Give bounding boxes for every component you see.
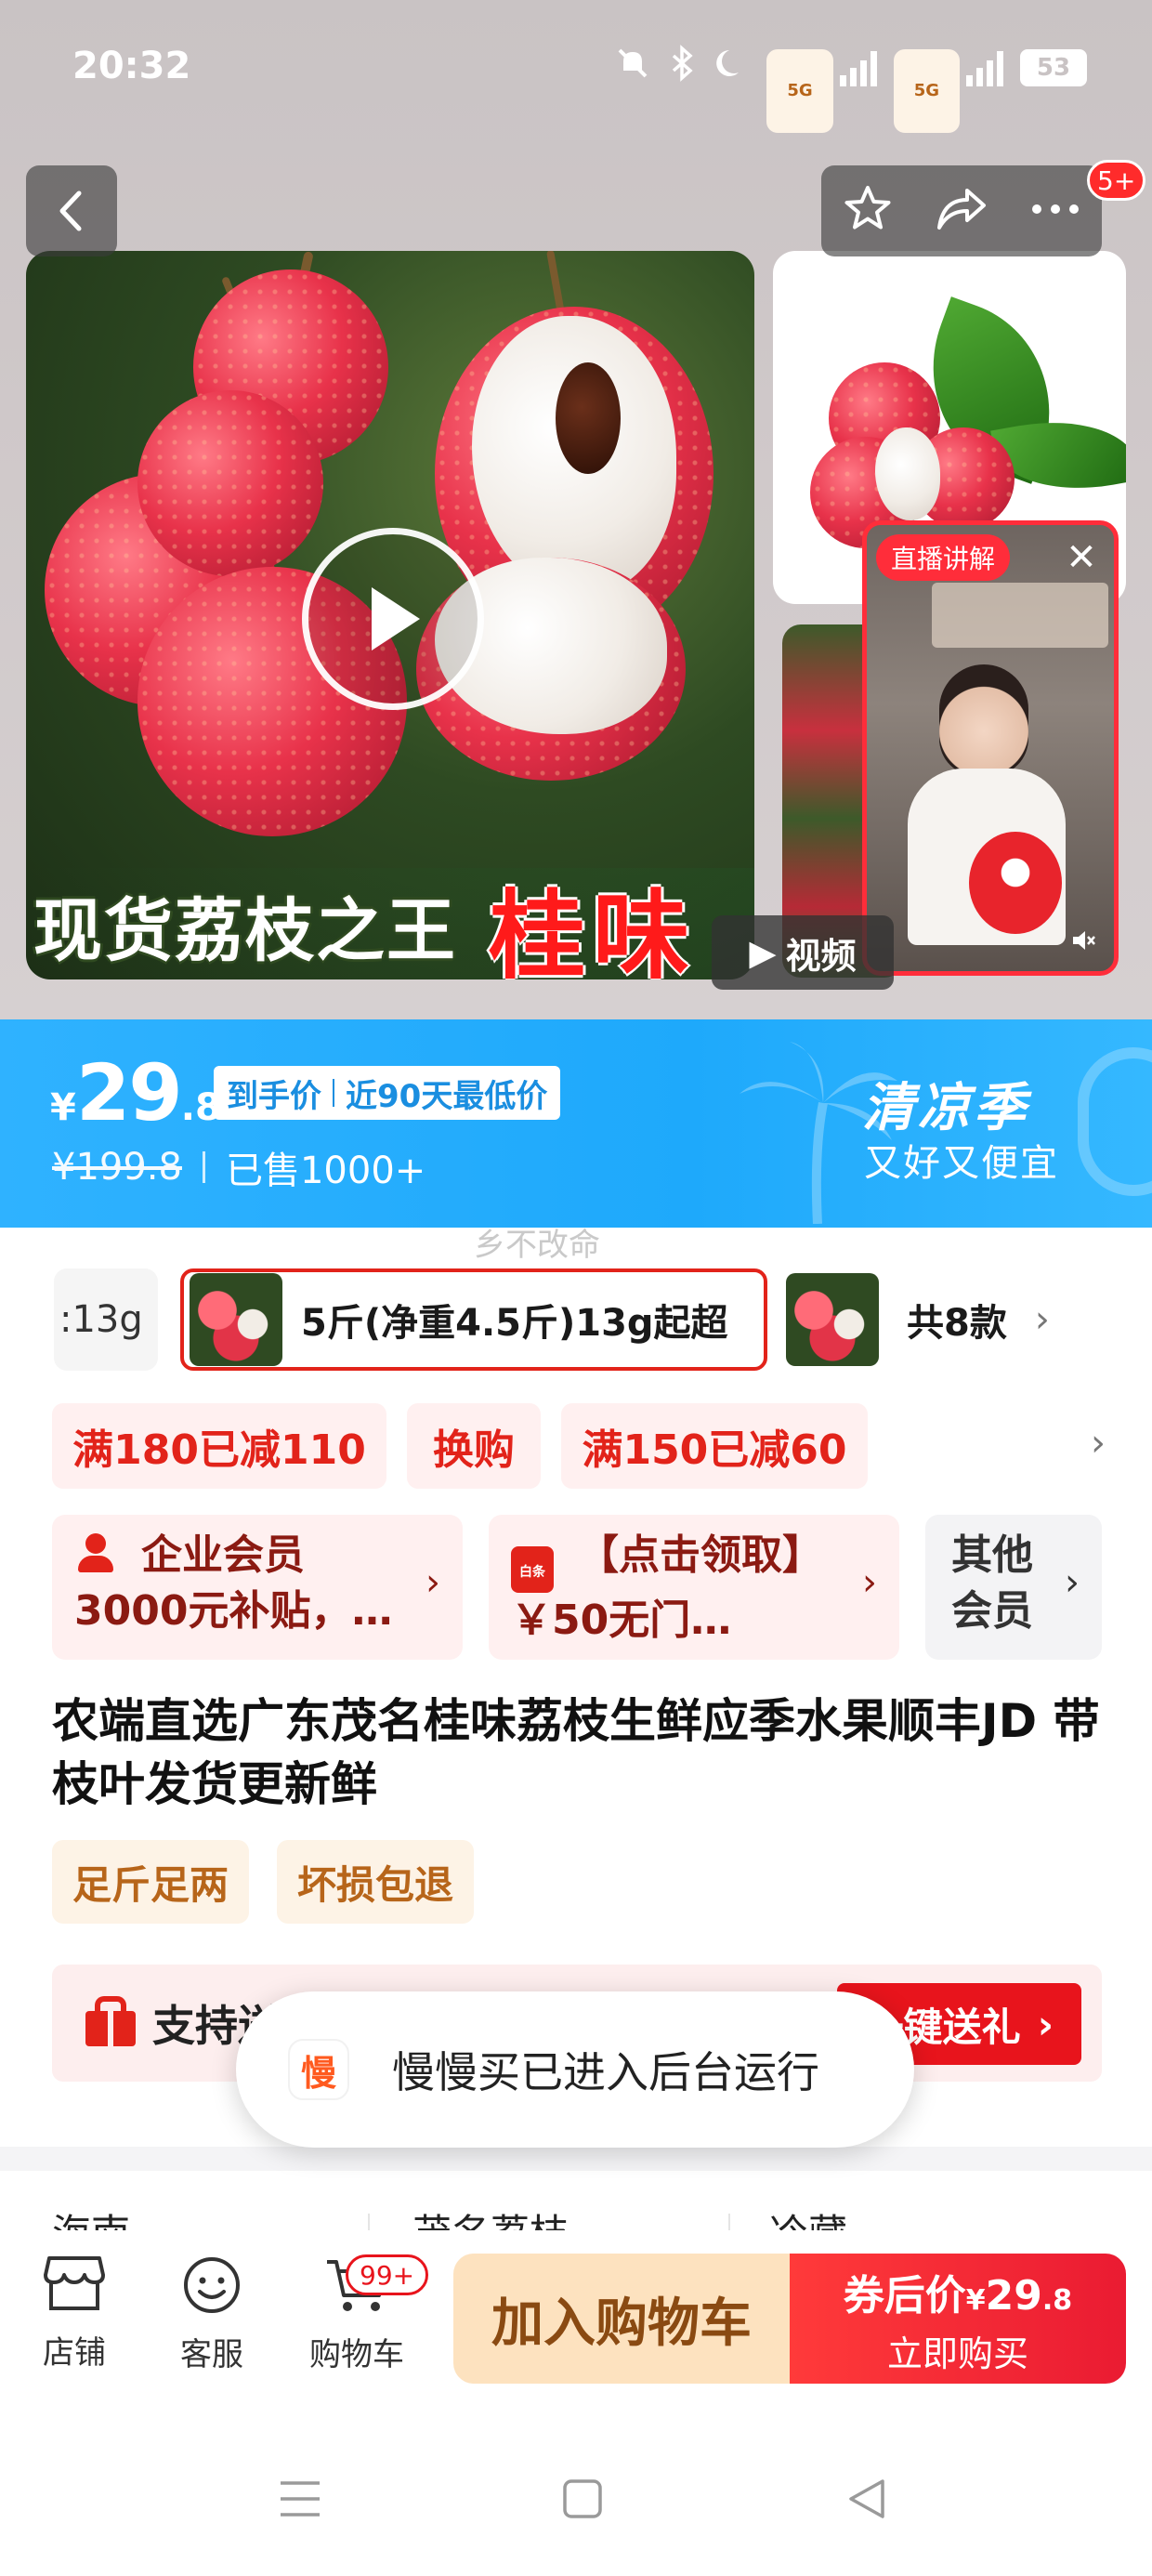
variant-option[interactable]: :13g (54, 1268, 158, 1371)
bluetooth-icon (668, 45, 696, 90)
store-button[interactable]: 店铺 (19, 2254, 130, 2372)
chevron-right-icon: › (1037, 2001, 1054, 2047)
coupon-chip[interactable]: 满180已减110 (52, 1403, 386, 1489)
variant-option-selected[interactable]: 5斤(净重4.5斤)13g起超 (180, 1268, 767, 1371)
chevron-left-icon (59, 191, 82, 231)
product-title: 农端直选广东茂名桂味荔枝生鲜应季水果顺丰JD 带枝叶发货更新鲜 (52, 1694, 1100, 1811)
menu-icon[interactable] (279, 2477, 321, 2520)
chevron-right-icon[interactable]: › (1091, 1422, 1106, 1465)
back-button[interactable] (26, 165, 117, 256)
photo-caption-white: 现货荔枝之王 (33, 891, 457, 971)
customer-service-button[interactable]: 客服 (156, 2254, 268, 2374)
chevron-right-icon: › (1034, 1298, 1050, 1341)
section-divider (0, 2147, 1152, 2171)
close-icon[interactable]: ✕ (1060, 536, 1103, 579)
more-icon (1032, 204, 1080, 214)
star-icon (844, 186, 891, 230)
all-variants-button[interactable]: 共8款 › (786, 1268, 1107, 1371)
bottom-action-bar: 店铺 客服 购物车 99+ 加入购物车 券后价 ¥29.8 立即购买 (0, 2230, 1152, 2416)
video-tab[interactable]: ▶ 视频 (712, 915, 894, 990)
product-tags: 足斤足两 坏损包退 (52, 1840, 475, 1924)
variant-selector: :13g 5斤(净重4.5斤)13g起超 共8款 › (0, 1259, 1152, 1380)
benefit-row: 企业会员3000元补贴，… › 白条 【点击领取】￥50无门… › 其他会员 › (0, 1515, 1152, 1660)
cart-count-badge: 99+ (346, 2254, 429, 2295)
current-price: ¥ 29 .8 (50, 1047, 221, 1138)
photo-caption-red: 桂味 (489, 879, 698, 979)
watermark: 乡不改命 (474, 1227, 600, 1264)
play-icon: ▶ (749, 932, 777, 973)
chevron-right-icon: › (862, 1561, 877, 1604)
favorite-button[interactable] (842, 183, 894, 239)
add-to-cart-button[interactable]: 加入购物车 (453, 2254, 790, 2384)
mute-icon[interactable] (1066, 923, 1101, 958)
member-benefit-card[interactable]: 企业会员3000元补贴，… › (52, 1515, 463, 1660)
variant-thumbnail (786, 1273, 879, 1366)
gift-icon (85, 1996, 136, 2046)
background-toast: 慢 慢慢买已进入后台运行 (236, 1991, 914, 2148)
play-icon (372, 587, 420, 651)
home-icon[interactable] (561, 2477, 604, 2520)
gift-card-icon: 白条 (511, 1546, 554, 1593)
network-label: 5G (893, 48, 960, 133)
share-icon (936, 189, 986, 230)
notification-badge: 5+ (1087, 160, 1146, 201)
signal-icon: 5G (893, 48, 1003, 133)
status-time: 20:32 (72, 45, 191, 87)
coupon-chip[interactable]: 换购 (407, 1403, 541, 1489)
chat-smile-icon (184, 2257, 240, 2313)
mascot-image (969, 832, 1062, 934)
store-icon (44, 2256, 105, 2310)
play-video-button[interactable] (302, 528, 484, 710)
mute-icon (614, 45, 651, 90)
moon-icon (713, 45, 750, 90)
live-stream-card[interactable]: 直播讲解 ✕ (862, 520, 1119, 976)
host-avatar (939, 664, 1028, 776)
live-tag: 直播讲解 (876, 534, 1011, 581)
season-title: 清凉季 (862, 1078, 1029, 1138)
more-button[interactable] (1029, 200, 1081, 222)
other-member-card[interactable]: 其他会员 › (925, 1515, 1102, 1660)
original-price: ¥199.8 (52, 1146, 182, 1189)
chevron-right-icon: › (425, 1561, 440, 1604)
toast-text: 慢慢买已进入后台运行 (392, 2047, 819, 2097)
coupon-chip[interactable]: 满150已减60 (561, 1403, 868, 1489)
status-icons: 5G 5G 53 (614, 45, 1087, 133)
price-tag: 到手价 近90天最低价 (214, 1066, 561, 1120)
status-bar: 20:32 5G 5G 53 (0, 0, 1152, 139)
product-tag: 坏损包退 (277, 1840, 475, 1924)
season-subtitle: 又好又便宜 (864, 1142, 1059, 1185)
price-sub-row: ¥199.8 已售1000+ (52, 1140, 425, 1194)
system-navigation-bar (0, 2416, 1152, 2576)
variant-thumbnail (190, 1273, 282, 1366)
video-tab-label: 视频 (785, 935, 857, 977)
product-tag: 足斤足两 (52, 1840, 250, 1924)
signal-icon: 5G (766, 48, 877, 133)
chevron-right-icon: › (1065, 1561, 1080, 1604)
user-icon (74, 1531, 117, 1574)
battery-icon: 53 (1020, 48, 1087, 86)
header-actions (821, 165, 1102, 256)
back-triangle-icon[interactable] (845, 2477, 888, 2520)
price-banner: ¥ 29 .8 到手价 近90天最低价 ¥199.8 已售1000+ 清凉季 又… (0, 1019, 1152, 1228)
sold-count: 已售1000+ (225, 1150, 426, 1192)
main-product-photo[interactable]: 现货荔枝之王 桂味 (26, 251, 754, 979)
coupon-row: 满180已减110 换购 满150已减60 › (0, 1403, 1152, 1489)
app-logo-icon: 慢 (288, 2039, 349, 2100)
network-label: 5G (766, 48, 833, 133)
buy-now-button[interactable]: 券后价 ¥29.8 立即购买 (790, 2254, 1126, 2384)
live-banner (932, 583, 1108, 648)
product-gallery[interactable]: 20:32 5G 5G 53 现货荔枝之王 桂味 直播讲解 ✕ ▶ 视频 5+ (0, 0, 1152, 1019)
voucher-benefit-card[interactable]: 白条 【点击领取】￥50无门… › (489, 1515, 899, 1660)
share-button[interactable] (934, 183, 989, 239)
